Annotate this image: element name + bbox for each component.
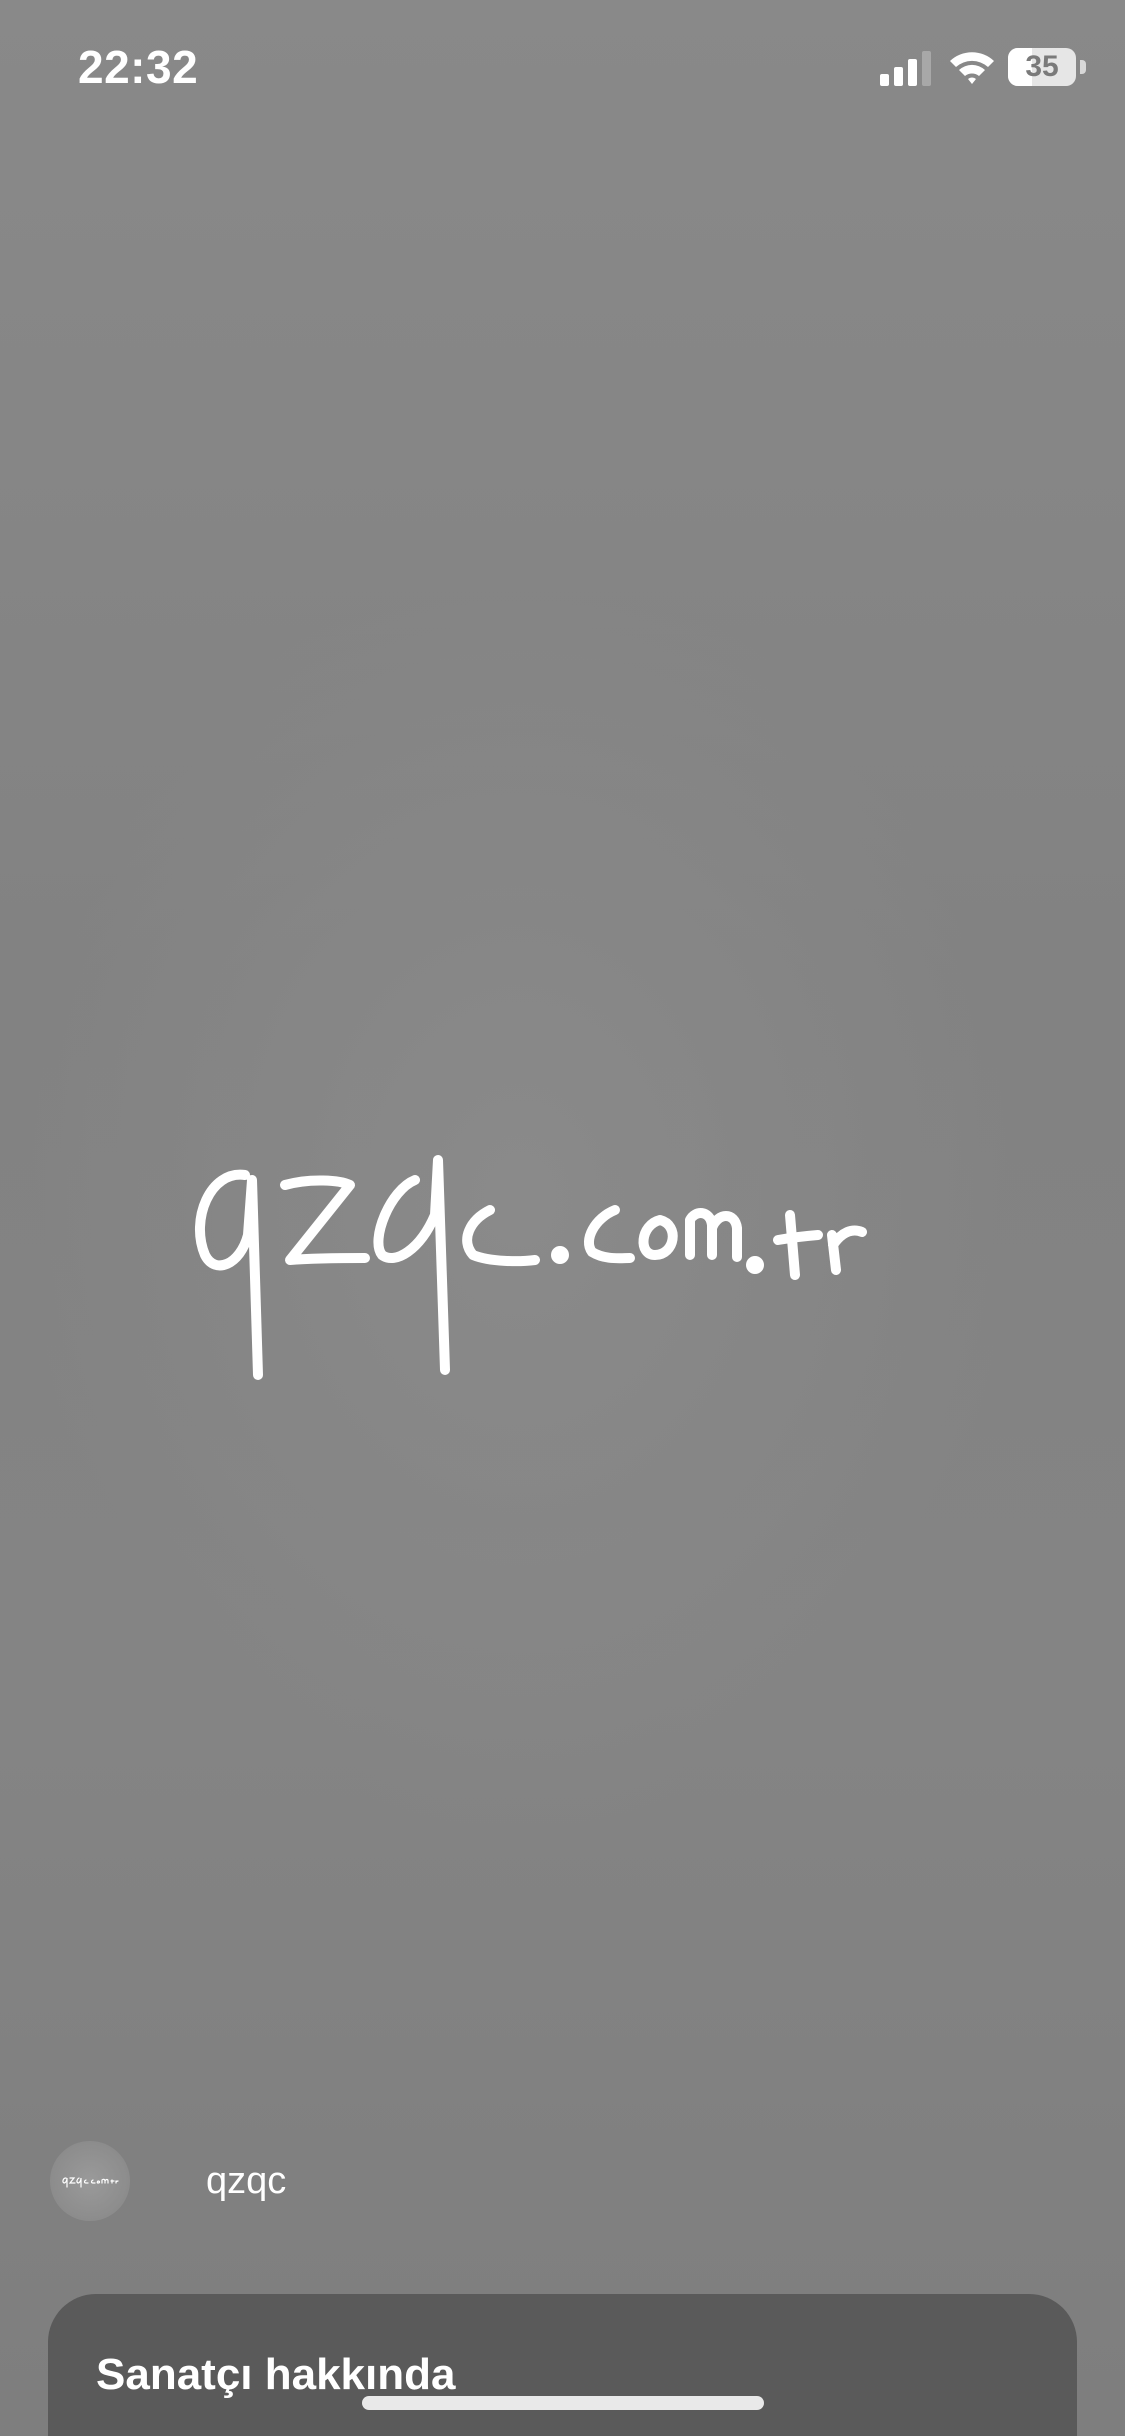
sheet-title: Sanatçı hakkında (96, 2350, 456, 2399)
wifi-icon (950, 52, 994, 84)
avatar-artwork (62, 2177, 119, 2188)
battery-tip (1080, 60, 1086, 74)
about-artist-sheet[interactable]: Sanatçı hakkında (48, 2294, 1077, 2436)
status-time: 22:32 (78, 41, 199, 93)
battery-icon: 35 (1008, 48, 1088, 88)
artist-name[interactable]: qzqc (206, 2160, 286, 2203)
signal-icon (880, 51, 931, 86)
status-bar: 22:32 35 (0, 0, 1125, 140)
artist-row[interactable]: qzqc (50, 2140, 286, 2222)
screen: 22:32 35 qzqc Sanatçı hakkında (0, 0, 1125, 2436)
artist-avatar[interactable] (50, 2141, 130, 2221)
handwritten-artwork (195, 1155, 867, 1380)
battery-level: 35 (1025, 50, 1059, 83)
home-indicator[interactable] (362, 2396, 764, 2410)
